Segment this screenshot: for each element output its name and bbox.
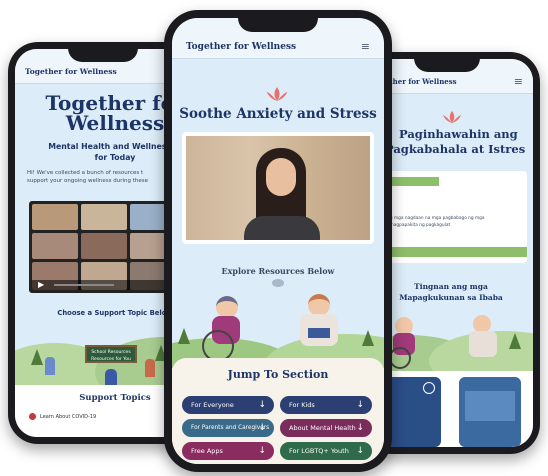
video-tile — [81, 233, 127, 259]
explore-heading: Tingnan ang mga Mapagkukunan sa Ibaba — [369, 281, 533, 303]
explore-line2: Mapagkukunan sa Ibaba — [399, 293, 503, 302]
video-player[interactable] — [182, 132, 374, 244]
screen-preview — [465, 391, 515, 421]
person-reading — [308, 294, 330, 316]
tree — [31, 349, 43, 365]
lotus-icon — [441, 109, 463, 128]
video-call-grid[interactable]: ▶ — [29, 201, 179, 293]
arrow-down-icon: ↓ — [356, 423, 364, 433]
explore-line1: Tingnan ang mga — [414, 282, 488, 291]
wheelchair-wheel — [389, 347, 411, 369]
phone-notch — [238, 17, 318, 32]
progress-bar[interactable] — [54, 284, 114, 286]
landscape-illustration — [172, 288, 384, 368]
for-kids-button[interactable]: For Kids ↓ — [280, 396, 372, 414]
tree — [362, 330, 374, 346]
about-mental-health-button[interactable]: About Mental Health ↓ — [280, 419, 372, 437]
school-sign: School Resources Resources for You — [85, 345, 137, 363]
landscape-illustration — [369, 307, 533, 371]
explore-heading: Explore Resources Below — [221, 266, 335, 276]
button-label: For Kids — [289, 401, 315, 409]
arrow-down-icon: ↓ — [258, 400, 266, 410]
center-phone: Together for Wellness ≡ Soothe Anxiety a… — [164, 10, 392, 472]
person-wheelchair — [216, 296, 238, 318]
info-card: Ang iyong mga nagdaan na mga pagbabago n… — [369, 171, 527, 263]
lotus-small-icon — [272, 279, 284, 287]
hamburger-menu-icon[interactable]: ≡ — [514, 75, 523, 88]
tree — [509, 333, 521, 349]
circle-icon — [423, 382, 435, 394]
title-line2: Pagkabahala at Istres — [385, 142, 526, 156]
for-everyone-button[interactable]: For Everyone ↓ — [182, 396, 274, 414]
right-phone-screen: Together for Wellness ≡ Paginhawahin ang… — [369, 59, 533, 447]
presenter-shirt — [244, 216, 320, 240]
play-icon[interactable]: ▶ — [38, 280, 44, 290]
lotus-icon — [264, 86, 290, 106]
card-text: Ang iyong mga nagdaan na mga pagbabago n… — [371, 215, 531, 229]
center-phone-screen: Together for Wellness ≡ Soothe Anxiety a… — [172, 18, 384, 464]
presenter-face — [266, 158, 296, 196]
app-card[interactable] — [459, 377, 521, 447]
button-label: About Mental Health — [289, 424, 356, 432]
video-tile — [32, 233, 78, 259]
book — [308, 328, 330, 338]
for-parents-button[interactable]: For Parents and Caregivers ↓ — [182, 419, 274, 437]
arrow-down-icon: ↓ — [356, 446, 364, 456]
button-label: For Parents and Caregivers — [191, 425, 270, 431]
button-label: Free Apps — [191, 447, 223, 455]
free-apps-button[interactable]: Free Apps ↓ — [182, 442, 274, 460]
progress-bar-bottom — [389, 247, 527, 257]
sign-line2: Resources for You — [91, 357, 131, 362]
sign-line1: School Resources — [91, 350, 131, 355]
topic-link-label: Learn About COVID-19 — [40, 414, 97, 420]
button-label: For Everyone — [191, 401, 234, 409]
topic-link[interactable]: Learn About COVID-19 — [29, 413, 96, 420]
brand-logo[interactable]: Together for Wellness — [186, 42, 296, 52]
video-controls: ▶ — [32, 280, 176, 290]
title-line1: Paginhawahin ang — [399, 127, 518, 141]
arrow-down-icon: ↓ — [258, 446, 266, 456]
video-tile — [32, 204, 78, 230]
video-tile — [81, 204, 127, 230]
phone-notch — [68, 48, 138, 62]
arrow-down-icon: ↓ — [258, 423, 266, 433]
brand-logo[interactable]: Together for Wellness — [25, 67, 117, 76]
card-text-line1: Ang iyong mga nagdaan na mga pagbabago n… — [371, 216, 485, 221]
hamburger-menu-icon[interactable]: ≡ — [361, 40, 370, 53]
tree — [178, 328, 190, 344]
person-body — [469, 331, 497, 357]
button-label: For LGBTQ+ Youth — [289, 447, 349, 455]
jump-section-heading: Jump To Section — [227, 368, 329, 381]
card-text-line2: aralin ay nagpapakita ng pagkagulat — [371, 223, 451, 228]
arrow-down-icon: ↓ — [356, 400, 364, 410]
for-lgbtq-youth-button[interactable]: For LGBTQ+ Youth ↓ — [280, 442, 372, 460]
page-title: Paginhawahin ang Pagkabahala at Istres — [369, 127, 533, 157]
person-figure — [105, 369, 117, 385]
person-figure — [145, 359, 155, 377]
person-figure — [45, 357, 55, 375]
phone-notch — [414, 58, 480, 72]
page-title: Soothe Anxiety and Stress — [179, 106, 377, 122]
jump-section-panel: Jump To Section For Everyone ↓ For Kids ↓ … — [172, 358, 384, 464]
app-cards-section — [369, 371, 533, 447]
virus-icon — [29, 413, 36, 420]
video-frame — [186, 136, 370, 240]
